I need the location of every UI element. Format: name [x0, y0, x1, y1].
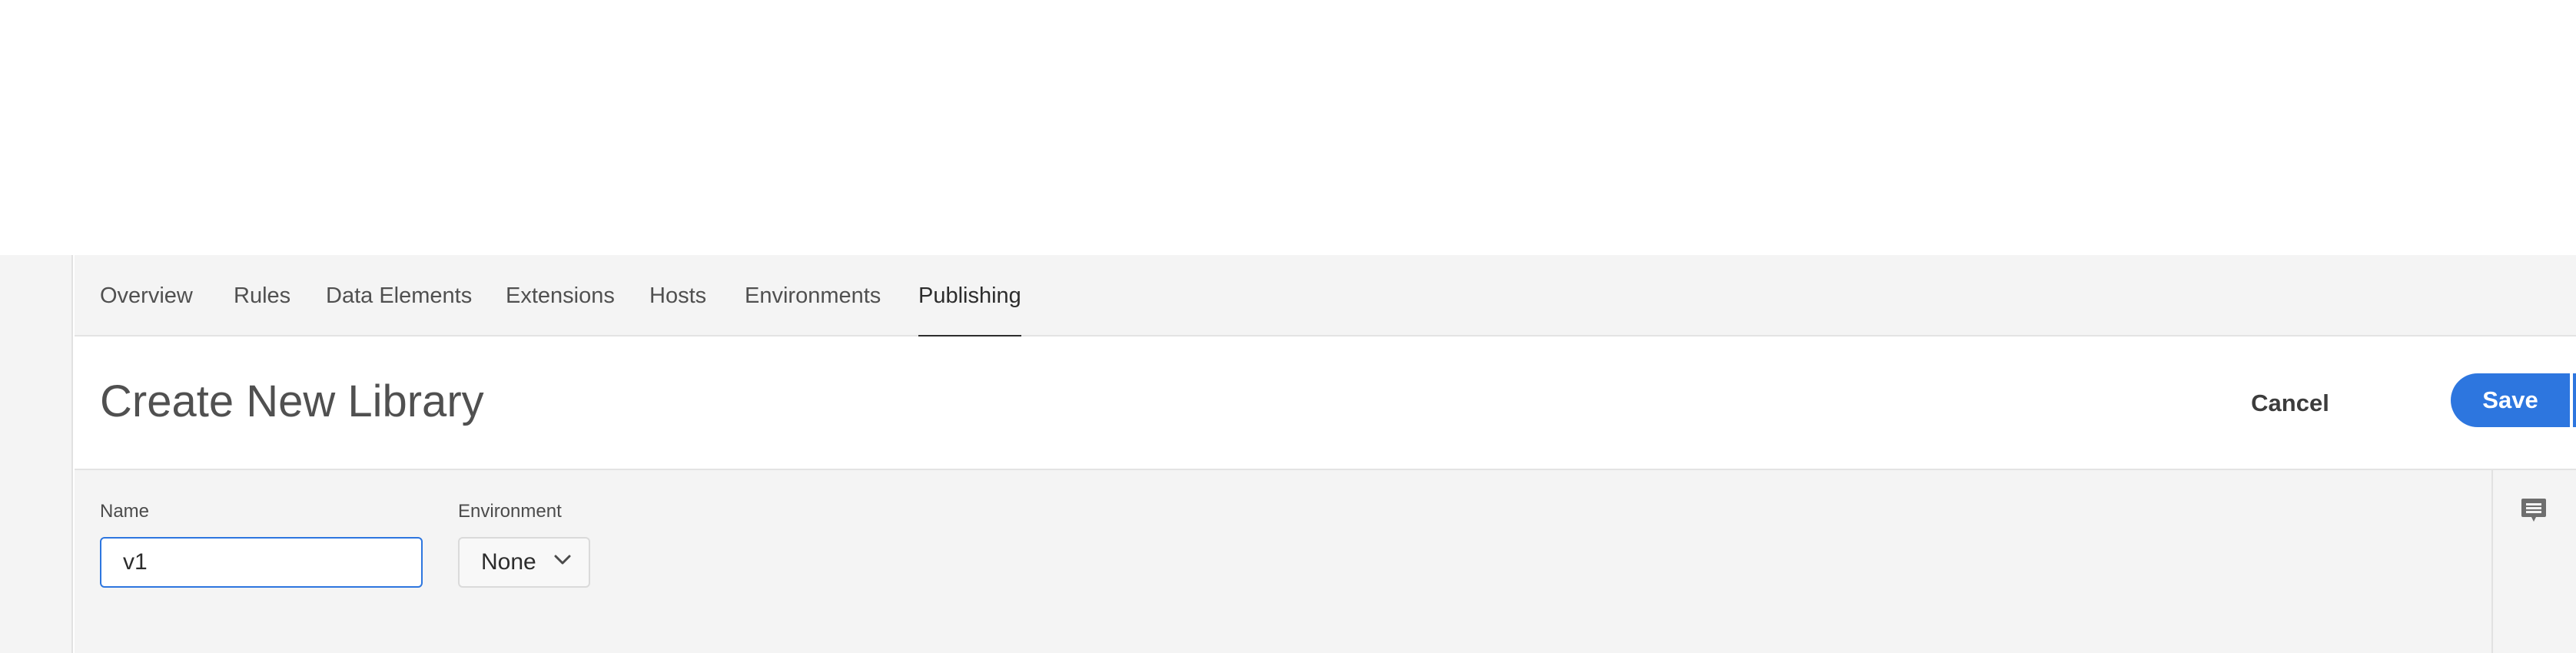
- page-header: Create New Library Cancel Save: [75, 336, 2576, 470]
- tab-data-elements[interactable]: Data Elements: [326, 255, 472, 336]
- environment-select[interactable]: None: [458, 537, 590, 588]
- property-nav-bar: Overview Rules Data Elements Extensions …: [75, 255, 2576, 338]
- left-rail: [0, 255, 73, 653]
- main-panel: Overview Rules Data Elements Extensions …: [75, 255, 2576, 653]
- right-rail: [2491, 470, 2576, 653]
- save-button-group: Save: [2451, 373, 2576, 427]
- save-options-button[interactable]: [2573, 373, 2576, 427]
- tab-publishing-label: Publishing: [918, 283, 1021, 308]
- tab-publishing[interactable]: Publishing: [918, 255, 1021, 338]
- environment-selected-value: None: [481, 549, 536, 575]
- name-label: Name: [100, 501, 150, 522]
- tab-extensions[interactable]: Extensions: [506, 255, 615, 336]
- cancel-button[interactable]: Cancel: [2240, 378, 2340, 429]
- top-blank-area: [0, 0, 2576, 255]
- tab-overview[interactable]: Overview: [100, 255, 193, 336]
- page-title: Create New Library: [100, 376, 484, 426]
- tab-rules[interactable]: Rules: [234, 255, 290, 336]
- save-button[interactable]: Save: [2451, 373, 2570, 427]
- library-form: Name Environment None: [75, 470, 2491, 653]
- name-input[interactable]: [100, 537, 423, 588]
- comment-icon[interactable]: [2520, 496, 2548, 525]
- tab-environments[interactable]: Environments: [745, 255, 881, 336]
- environment-label: Environment: [458, 501, 562, 522]
- tab-hosts[interactable]: Hosts: [649, 255, 706, 336]
- chevron-down-icon: [554, 555, 571, 565]
